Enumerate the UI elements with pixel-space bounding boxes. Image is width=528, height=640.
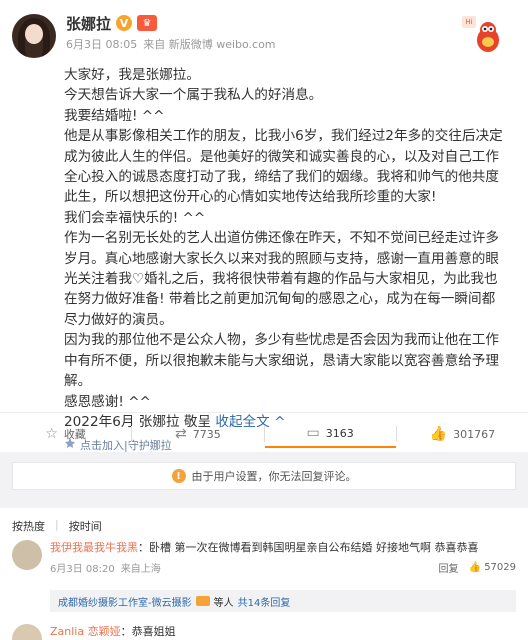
sort-by-hot[interactable]: 按热度 (12, 518, 45, 534)
reply-user[interactable]: 成都婚纱摄影工作室-微云摄影 (58, 594, 192, 609)
comment-meta: 6月3日 08:20 来自上海 (50, 560, 161, 575)
favorite-button[interactable]: ☆ 收藏 (0, 420, 131, 448)
comment-sort-bar: 按热度 | 按时间 (12, 518, 102, 534)
commenter-name[interactable]: Zanlia 恋颖娅 (50, 625, 121, 638)
paragraph: 我们会幸福快乐的! ^^ (64, 209, 206, 226)
favorite-label: 收藏 (63, 428, 86, 441)
author-name[interactable]: 张娜拉 (66, 13, 111, 34)
notice-text: 由于用户设置，你无法回复评论。 (191, 470, 357, 483)
commenter-avatar[interactable] (12, 540, 42, 570)
paragraph: 我要结婚啦! ^^ (64, 107, 165, 124)
reply-preview[interactable]: 成都婚纱摄影工作室-微云摄影 等人 共14条回复 (50, 590, 516, 612)
comment-disabled-notice: ! 由于用户设置，你无法回复评论。 (12, 462, 516, 490)
hot-tag: Hi (462, 16, 476, 28)
commenter-avatar[interactable] (12, 624, 42, 640)
reply-user-badge-icon (195, 596, 210, 606)
post-date: 6月3日 08:05 (66, 38, 138, 51)
divider: | (55, 518, 59, 531)
like-count: 301767 (453, 427, 496, 441)
thumbs-up-icon: 👍 (468, 562, 481, 573)
verified-badge-icon: V (116, 15, 133, 31)
comment-item: 我伊我最我牛我黑：卧槽 第一次在微博看到韩国明星亲自公布结婚 好接地气啊 恭喜恭… (12, 540, 516, 578)
divider (0, 412, 528, 413)
thumbs-up-icon: 👍 (429, 426, 448, 442)
paragraph: 因为我的那位他不是公众人物，多少有些忧虑是否会因为我而让他在工作中有所不便，所以… (64, 332, 499, 390)
reply-suffix: 等人 (213, 597, 234, 609)
repost-icon: ⇄ (175, 426, 187, 442)
paragraph: 今天想告诉大家一个属于我私人的好消息。 (64, 87, 323, 104)
info-icon: ! (171, 469, 186, 483)
star-icon: ☆ (45, 426, 58, 442)
paragraph: 作为一名别无长处的艺人出道仿佛还像在昨天，不知不觉间已经走过许多岁月。真心地感谢… (64, 230, 499, 328)
comment-text: ：恭喜姐姐 (120, 625, 176, 638)
post-content: 大家好，我是张娜拉。 今天想告诉大家一个属于我私人的好消息。 我要结婚啦! ^^… (64, 65, 504, 457)
paragraph: 他是从事影像相关工作的朋友，比我小6岁，我们经过2年多的交往后决定成为彼此人生的… (64, 128, 503, 206)
member-crown-icon: ♛ (137, 15, 158, 31)
comment-text: ：卧槽 第一次在微博看到韩国明星亲自公布结婚 好接地气啊 恭喜恭喜 (138, 541, 479, 554)
comment-location: 来自上海 (120, 564, 161, 575)
paragraph: 大家好，我是张娜拉。 (64, 67, 200, 83)
comment-count: 3163 (325, 426, 354, 440)
comment-actions: 回复 👍 57029 (439, 560, 516, 575)
repost-count: 7735 (192, 427, 221, 441)
comment-icon: ▭ (306, 425, 320, 441)
comment-like-count: 57029 (484, 562, 516, 573)
paragraph: 感恩感谢! ^^ (64, 393, 151, 410)
comment-time: 6月3日 08:20 (50, 564, 115, 575)
author-line: 张娜拉 V ♛ (66, 12, 158, 34)
comment-item: Zanlia 恋颖娅：恭喜姐姐 (12, 624, 516, 640)
action-bar: ☆ 收藏 ⇄ 7735 ▭ 3163 👍 301767 (0, 420, 528, 448)
comment-text-line: Zanlia 恋颖娅：恭喜姐姐 (50, 624, 516, 640)
reply-button[interactable]: 回复 (439, 560, 459, 575)
post-source: 来自 新版微博 weibo.com (143, 38, 276, 51)
post-header: 张娜拉 V ♛ 6月3日 08:05 来自 新版微博 weibo.com Hi (12, 12, 516, 60)
comment-like-button[interactable]: 👍 57029 (469, 562, 516, 573)
sort-by-time[interactable]: 按时间 (69, 518, 102, 534)
like-button[interactable]: 👍 301767 (397, 420, 528, 448)
weibo-mascot-icon: Hi (462, 16, 506, 56)
comment-text-line: 我伊我最我牛我黑：卧槽 第一次在微博看到韩国明星亲自公布结婚 好接地气啊 恭喜恭… (50, 540, 516, 556)
post-meta: 6月3日 08:05 来自 新版微博 weibo.com (66, 36, 276, 52)
author-avatar[interactable] (12, 14, 56, 58)
repost-button[interactable]: ⇄ 7735 (132, 420, 263, 448)
reply-count[interactable]: 共14条回复 (238, 594, 291, 609)
commenter-name[interactable]: 我伊我最我牛我黑 (50, 541, 138, 554)
comment-button[interactable]: ▭ 3163 (264, 420, 396, 448)
